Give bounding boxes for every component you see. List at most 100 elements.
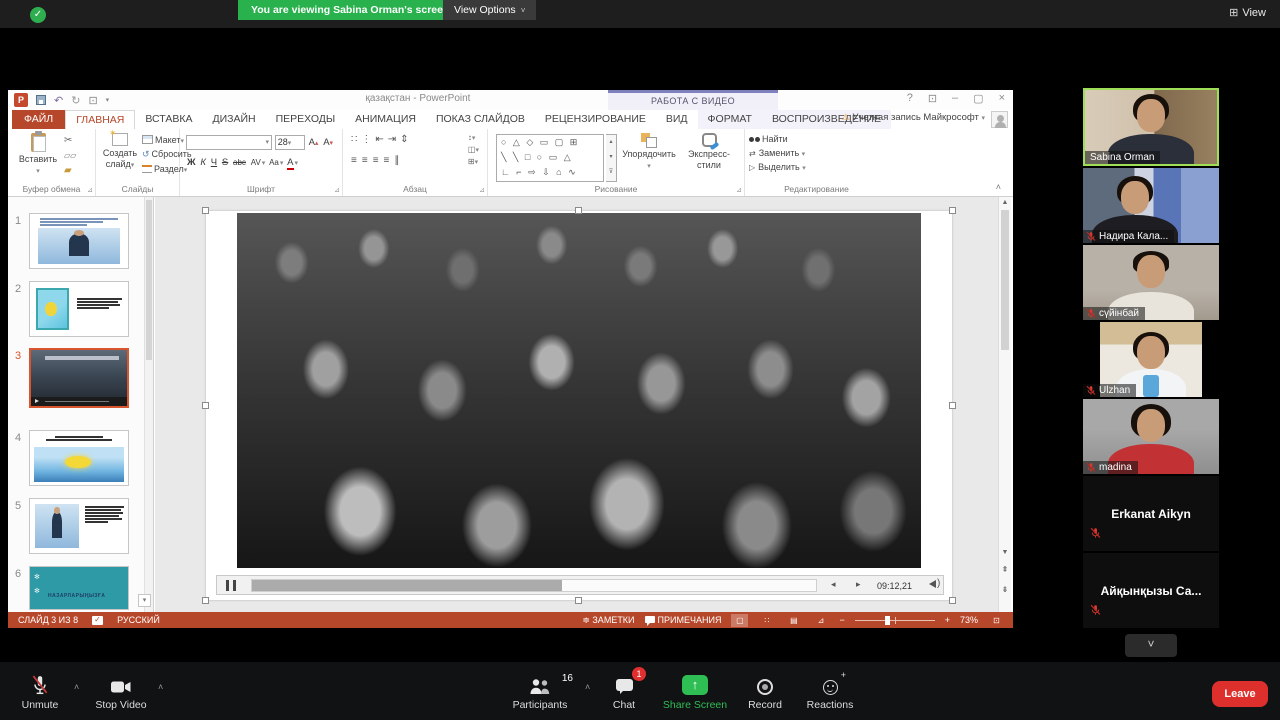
bullets-icon[interactable]: ∷ (351, 134, 361, 145)
reading-view-icon[interactable]: ▤ (785, 614, 802, 627)
font-color-button[interactable]: А (287, 157, 293, 170)
share-screen-button[interactable]: ↑ Share Screen (660, 673, 730, 711)
tab-view[interactable]: ВИД (656, 110, 698, 129)
notes-toggle[interactable]: ≑ ЗАМЕТКИ (582, 612, 634, 628)
fit-to-window-icon[interactable]: ⊡ (988, 614, 1005, 627)
undo-icon[interactable]: ↶ (54, 94, 63, 107)
stop-video-button[interactable]: Stop Video (88, 673, 154, 711)
restore-icon[interactable]: ▢ (973, 92, 983, 105)
slide-thumbnail-3-selected[interactable] (29, 348, 129, 408)
video-options-chevron[interactable]: ˄ (158, 682, 163, 692)
grow-font-button[interactable]: А▴ (309, 137, 319, 148)
reactions-button[interactable]: + Reactions (800, 673, 860, 711)
audio-options-chevron[interactable]: ˄ (74, 682, 79, 692)
participant-tile-madina[interactable]: madina (1083, 399, 1219, 474)
slide-thumbnail-5[interactable] (29, 498, 129, 554)
selection-handle[interactable] (949, 207, 956, 214)
align-left-icon[interactable]: ≡ (351, 155, 362, 166)
tab-design[interactable]: ДИЗАЙН (202, 110, 265, 129)
view-button[interactable]: ⊞View (1229, 6, 1266, 19)
shadow-button[interactable]: S (222, 157, 228, 168)
select-button[interactable]: ▷Выделить ▾ (749, 162, 806, 172)
text-direction-icon[interactable]: ↕▾ (468, 133, 479, 142)
align-text-icon[interactable]: ◫▾ (468, 145, 479, 154)
slide-thumbnail-2[interactable] (29, 281, 129, 337)
tab-transitions[interactable]: ПЕРЕХОДЫ (266, 110, 346, 129)
slideshow-view-icon[interactable]: ⊿ (812, 614, 829, 627)
ribbon-display-icon[interactable]: ⊡ (928, 92, 937, 105)
pause-button[interactable] (226, 580, 236, 591)
italic-button[interactable]: К (200, 157, 206, 168)
view-options-button[interactable]: View Options˅ (443, 0, 536, 20)
slide-thumbnail-4[interactable] (29, 430, 129, 486)
zoom-slider[interactable] (855, 612, 935, 628)
columns-icon[interactable]: ∥ (394, 155, 404, 166)
tab-slideshow[interactable]: ПОКАЗ СЛАЙДОВ (426, 110, 535, 129)
new-slide-button[interactable]: Создать слайд▾ (98, 133, 142, 170)
font-name-combo[interactable]: ▾ (186, 135, 272, 150)
quick-styles-button[interactable]: Экспресс-стили (680, 133, 738, 171)
align-right-icon[interactable]: ≡ (373, 155, 384, 166)
zoom-level[interactable]: 73% (960, 612, 978, 628)
chat-button[interactable]: Chat 1 (600, 673, 648, 711)
tab-file[interactable]: ФАЙЛ (12, 110, 65, 129)
account-avatar-icon[interactable] (991, 111, 1008, 128)
underline-button[interactable]: Ч (211, 157, 217, 168)
selection-handle[interactable] (575, 597, 582, 604)
security-shield-icon[interactable]: ✓ (30, 7, 46, 23)
participant-tile-ulzhan[interactable]: Ulzhan (1083, 322, 1219, 397)
paste-button[interactable]: Вставить▾ (16, 133, 60, 176)
numbering-icon[interactable]: ⋮ (361, 134, 375, 145)
normal-view-icon[interactable]: ▢ (731, 614, 748, 627)
shapes-gallery[interactable]: ○ △ ◇ ▭ ▢ ⊞ ╲ ╲ □ ○ ▭ △ ∟ ⌐ ⇨ ⇩ ⌂ ∿ (496, 134, 604, 182)
participant-tile-suinbai[interactable]: сүйінбай (1083, 245, 1219, 320)
more-participants-button[interactable]: ˅ (1125, 634, 1177, 657)
participants-options-chevron[interactable]: ˄ (585, 682, 590, 692)
editor-scrollbar[interactable]: ▲ ▼ ⇞ ⇟ (998, 197, 1011, 612)
character-spacing-button[interactable]: AV (251, 158, 261, 167)
spellcheck-icon[interactable] (92, 616, 103, 625)
unmute-button[interactable]: Unmute (12, 673, 68, 711)
account-label[interactable]: ⚠ Учетная запись Майкрософт ▾ (842, 112, 985, 123)
outdent-icon[interactable]: ⇤ (375, 134, 387, 145)
close-icon[interactable]: × (999, 92, 1005, 105)
strikethrough-button[interactable]: abc (233, 158, 246, 167)
arrange-button[interactable]: Упорядочить▾ (618, 133, 680, 171)
previous-slide-icon[interactable]: ⇞ (999, 565, 1011, 574)
tab-home[interactable]: ГЛАВНАЯ (65, 110, 135, 129)
tab-format[interactable]: ФОРМАТ (698, 110, 762, 129)
thumbnail-scrollbar[interactable] (144, 197, 153, 612)
redo-icon[interactable]: ↻ (71, 94, 80, 107)
step-forward-icon[interactable]: ▸ (856, 579, 861, 590)
slide-sorter-view-icon[interactable]: ∷ (758, 614, 775, 627)
justify-icon[interactable]: ≡ (384, 155, 395, 166)
slide-thumbnail-6[interactable]: ✻✻ НАЗАРЛАРЫҢЫЗҒА (29, 566, 129, 610)
save-icon[interactable] (36, 95, 46, 105)
selection-handle[interactable] (202, 402, 209, 409)
video-frame-crowd-scene[interactable] (237, 213, 921, 568)
selection-handle[interactable] (202, 207, 209, 214)
indent-icon[interactable]: ⇥ (388, 134, 400, 145)
selection-handle[interactable] (949, 402, 956, 409)
participant-tile-aikynkyzy[interactable]: Айқынқызы Са... (1083, 553, 1219, 628)
zoom-out-icon[interactable]: − (839, 612, 844, 628)
shrink-font-button[interactable]: А▾ (323, 137, 333, 148)
bold-button[interactable]: Ж (187, 157, 196, 168)
cut-icon[interactable]: ✂ (64, 135, 76, 146)
dialog-launcher-icon[interactable]: ⊿ (87, 186, 93, 194)
comments-toggle[interactable]: ПРИМЕЧАНИЯ (645, 612, 722, 628)
participants-button[interactable]: Participants 16 (505, 673, 575, 711)
find-button[interactable]: Найти (749, 134, 806, 144)
video-progress-track[interactable] (251, 579, 817, 592)
dialog-launcher-icon[interactable]: ⊿ (736, 186, 742, 194)
align-center-icon[interactable]: ≡ (362, 155, 373, 166)
selected-video-object[interactable]: ◂ ▸ 09:12,21 (206, 211, 952, 600)
convert-smartart-icon[interactable]: ⊞▾ (468, 157, 479, 166)
scrollbar-thumb[interactable] (1001, 210, 1009, 350)
next-slide-icon[interactable]: ⇟ (999, 585, 1011, 594)
volume-icon[interactable] (925, 580, 936, 588)
zoom-slider-thumb[interactable] (885, 616, 890, 625)
selection-handle[interactable] (949, 597, 956, 604)
minimize-icon[interactable]: – (952, 92, 958, 105)
tab-review[interactable]: РЕЦЕНЗИРОВАНИЕ (535, 110, 656, 129)
